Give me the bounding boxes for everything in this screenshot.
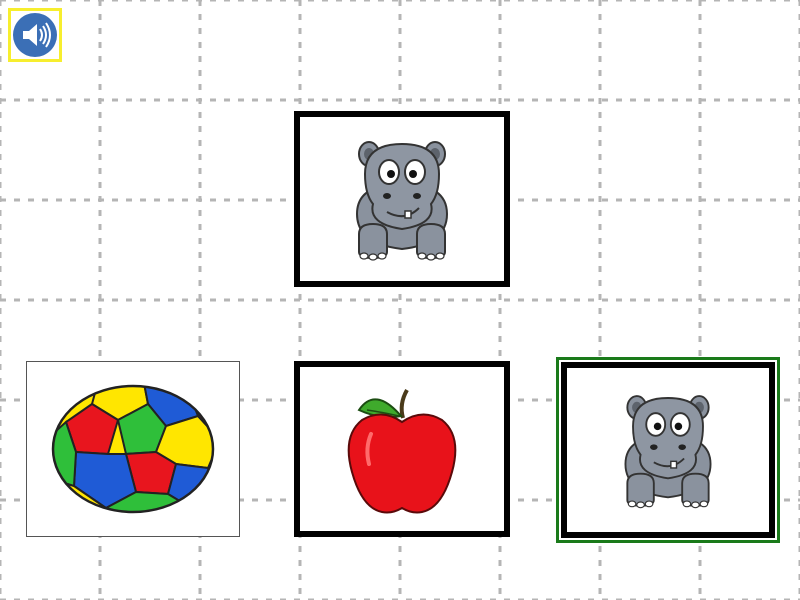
sound-button[interactable] bbox=[8, 8, 62, 62]
soccer-ball-icon bbox=[51, 384, 215, 514]
speaker-icon bbox=[13, 13, 57, 57]
choice-card-apple[interactable] bbox=[294, 361, 510, 537]
choice-card-hippo[interactable] bbox=[556, 357, 780, 543]
game-board bbox=[0, 0, 800, 600]
hippo-icon bbox=[355, 141, 449, 261]
choice-card-hippo-inner bbox=[561, 362, 775, 538]
prompt-card bbox=[294, 111, 510, 287]
hippo-icon bbox=[624, 395, 712, 509]
choice-card-ball[interactable] bbox=[26, 361, 240, 537]
apple-icon bbox=[347, 389, 457, 514]
